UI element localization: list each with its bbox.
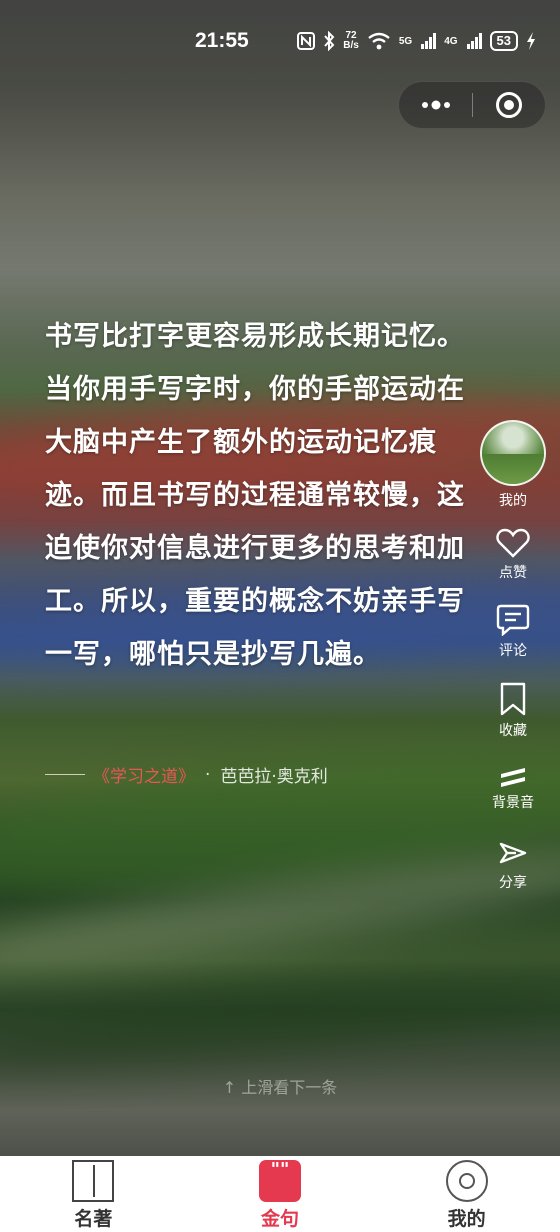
avatar: [480, 420, 546, 486]
status-bar: 21:55 72 B/s 5G 4G 53: [0, 0, 560, 80]
my-profile-button[interactable]: 我的: [480, 420, 546, 510]
book-title-link[interactable]: 《学习之道》: [93, 762, 195, 787]
author-name: 芭芭拉·奥克利: [220, 767, 328, 787]
music-icon: [501, 768, 525, 787]
book-icon: [72, 1160, 115, 1202]
comment-label: 评论: [499, 643, 527, 659]
more-dots-icon: [421, 100, 450, 110]
like-label: 点赞: [499, 565, 527, 581]
comment-icon: [496, 604, 530, 636]
comment-button[interactable]: 评论: [496, 604, 530, 660]
tab-classics-label: 名著: [74, 1208, 113, 1230]
more-button[interactable]: [399, 82, 472, 128]
close-target-icon: [496, 92, 522, 118]
tab-mine[interactable]: 我的: [373, 1156, 560, 1232]
favorite-label: 收藏: [499, 723, 527, 739]
bluetooth-icon: [324, 31, 335, 51]
tab-quotes-label: 金句: [261, 1208, 300, 1230]
status-time: 21:55: [195, 29, 249, 52]
favorite-button[interactable]: 收藏: [499, 682, 527, 740]
share-icon: [499, 842, 527, 864]
signal-4g-label: 4G: [444, 35, 458, 47]
nfc-icon: [297, 32, 316, 50]
tab-mine-label: 我的: [447, 1208, 486, 1230]
tab-quotes[interactable]: "" 金句: [187, 1156, 374, 1232]
my-profile-label: 我的: [499, 493, 527, 509]
bottom-tab-bar: 名著 "" 金句 我的: [0, 1156, 560, 1232]
background-music-button[interactable]: 背景音: [492, 766, 534, 812]
signal-icon: [421, 33, 437, 49]
charging-icon: [527, 32, 535, 50]
share-label: 分享: [499, 875, 527, 891]
like-button[interactable]: 点赞: [496, 528, 530, 582]
status-icons: 72 B/s 5G 4G 53: [297, 28, 536, 54]
quote-text: 书写比打字更容易形成长期记忆。当你用手写字时，你的手部运动在大脑中产生了额外的运…: [45, 321, 465, 670]
battery-icon: 53: [489, 31, 518, 51]
swipe-up-hint: ↑ 上滑看下一条: [222, 1078, 338, 1097]
wifi-icon: [368, 32, 390, 50]
background-music-label: 背景音: [492, 795, 534, 811]
quote-icon: "": [259, 1160, 301, 1202]
quote-attribution: 《学习之道》 · 芭芭拉·奥克利: [45, 762, 328, 787]
bookmark-icon: [500, 682, 526, 716]
attribution-dash: [45, 774, 85, 775]
profile-icon: [445, 1160, 488, 1202]
miniprogram-capsule: [398, 81, 546, 129]
net-speed: 72 B/s: [343, 30, 359, 51]
side-actions: 我的 点赞 评论 收藏 背景音 分享: [480, 416, 546, 892]
close-button[interactable]: [473, 82, 545, 128]
tab-classics[interactable]: 名著: [0, 1156, 187, 1232]
signal-5g-label: 5G: [398, 35, 413, 47]
attribution-separator: ·: [205, 764, 211, 785]
share-button[interactable]: 分享: [498, 838, 528, 892]
heart-icon: [496, 528, 530, 558]
signal-icon: [466, 33, 482, 49]
